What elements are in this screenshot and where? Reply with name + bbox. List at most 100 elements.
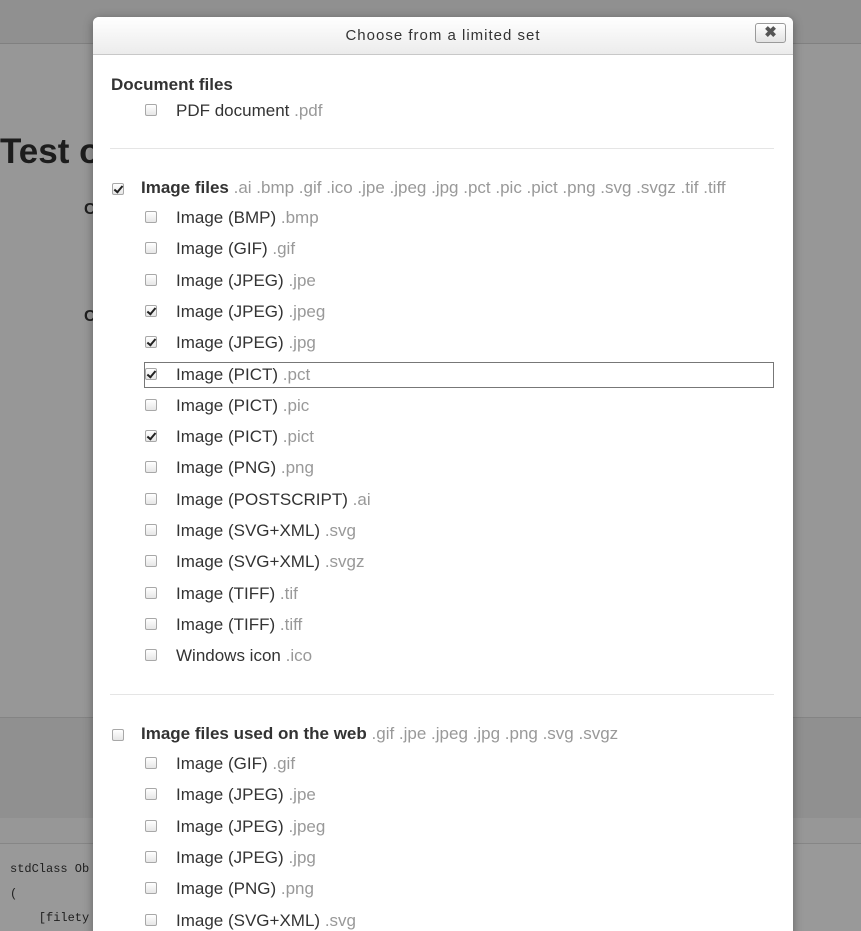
group-title: Image files used on the web	[141, 724, 367, 743]
filetype-name: Image (JPEG)	[176, 333, 284, 353]
filetype-checkbox[interactable]	[145, 913, 157, 926]
filetype-checkbox[interactable]	[145, 430, 157, 443]
filetype-option[interactable]: Image (SVG+XML) .svg	[145, 519, 773, 543]
filetype-option[interactable]: Image (JPEG) .jpeg	[145, 300, 773, 324]
filetype-extension: .jpeg	[288, 816, 326, 836]
filetype-extension: .ai	[352, 489, 371, 509]
filetype-option[interactable]: Image (PNG) .png	[145, 456, 773, 480]
filetype-extension: .ico	[285, 646, 313, 666]
filetype-extension: .png	[280, 458, 314, 478]
filetype-name: Image (JPEG)	[176, 301, 284, 321]
filetype-extension: .jpg	[288, 333, 316, 353]
filetype-checkbox[interactable]	[145, 617, 157, 630]
filetype-name: Image (JPEG)	[176, 847, 284, 867]
filetype-label: Image (POSTSCRIPT) .ai	[176, 490, 371, 510]
filetype-checkbox[interactable]	[145, 850, 157, 863]
filetype-option[interactable]: Image (PNG) .png	[145, 877, 773, 901]
filetype-dialog: Choose from a limited set ✖ Document fil…	[93, 17, 793, 931]
filetype-option[interactable]: Image (JPEG) .jpe	[145, 269, 773, 293]
dialog-header: Choose from a limited set ✖	[93, 17, 793, 55]
filetype-checkbox[interactable]	[145, 367, 157, 380]
filetype-name: Image (PNG)	[176, 879, 277, 899]
filetype-option[interactable]: Image (SVG+XML) .svg	[145, 909, 773, 931]
filetype-checkbox[interactable]	[145, 524, 157, 536]
filetype-label: Image (TIFF) .tiff	[176, 615, 302, 635]
filetype-name: Image (PICT)	[176, 395, 279, 415]
filetype-option[interactable]: Image (SVG+XML) .svgz	[145, 550, 773, 574]
filetype-name: Image (SVG+XML)	[176, 521, 321, 540]
filetype-checkbox[interactable]	[145, 336, 157, 349]
group-extensions: .ai .bmp .gif .ico .jpe .jpeg .jpg .pct …	[233, 178, 726, 197]
filetype-extension: .svg	[324, 521, 356, 540]
filetype-extension: .tiff	[279, 614, 303, 634]
filetype-extension: .svgz	[324, 552, 365, 572]
filetype-label: Image (TIFF) .tif	[176, 584, 298, 604]
filetype-extension: .pict	[282, 427, 314, 447]
close-button[interactable]: ✖	[755, 23, 786, 43]
filetype-label: Image (BMP) .bmp	[176, 208, 319, 228]
filetype-checkbox[interactable]	[145, 788, 157, 801]
filetype-label: Image (JPEG) .jpeg	[176, 817, 325, 837]
filetype-checkbox[interactable]	[145, 586, 157, 599]
filetype-checkbox[interactable]	[145, 882, 157, 895]
filetype-checkbox[interactable]	[145, 492, 157, 505]
filetype-checkbox[interactable]	[145, 104, 157, 116]
filetype-checkbox[interactable]	[145, 273, 157, 286]
filetype-option[interactable]: Image (TIFF) .tiff	[145, 613, 773, 637]
filetype-checkbox[interactable]	[145, 819, 157, 832]
filetype-checkbox[interactable]	[145, 757, 157, 769]
group-divider	[110, 148, 774, 149]
filetype-label: Image (JPEG) .jpg	[176, 333, 316, 353]
filetype-name: Image (JPEG)	[176, 270, 284, 290]
filetype-name: Image (GIF)	[176, 754, 268, 773]
filetype-name: Image (PNG)	[176, 458, 277, 478]
filetype-name: Image (SVG+XML)	[176, 552, 321, 572]
filetype-name: Image (PICT)	[176, 364, 279, 384]
filetype-checkbox[interactable]	[145, 649, 157, 662]
filetype-option[interactable]: Image (JPEG) .jpeg	[145, 815, 773, 839]
filetype-option[interactable]: Image (JPEG) .jpe	[145, 783, 773, 807]
filetype-option[interactable]: Image (JPEG) .jpg	[145, 331, 773, 355]
filetype-checkbox[interactable]	[145, 461, 157, 474]
filetype-label: Image (PNG) .png	[176, 458, 314, 478]
group-divider	[110, 694, 774, 695]
filetype-extension: .jpg	[288, 847, 316, 867]
filetype-label: Image (GIF) .gif	[176, 239, 295, 259]
filetype-label: Image (SVG+XML) .svg	[176, 521, 356, 541]
filetype-extension: .gif	[272, 239, 296, 259]
filetype-checkbox[interactable]	[145, 304, 157, 317]
group-checkbox[interactable]	[112, 729, 124, 741]
filetype-label: Image (PICT) .pict	[176, 427, 314, 447]
filetype-checkbox[interactable]	[145, 555, 157, 568]
filetype-option[interactable]: Image (PICT) .pic	[145, 394, 773, 418]
filetype-extension: .jpe	[288, 270, 316, 290]
filetype-name: Image (BMP)	[176, 208, 277, 227]
group-heading: Image files .ai .bmp .gif .ico .jpe .jpe…	[141, 178, 726, 198]
filetype-checkbox[interactable]	[145, 242, 157, 255]
group-checkbox[interactable]	[112, 183, 124, 195]
filetype-label: Image (JPEG) .jpeg	[176, 302, 325, 322]
filetype-option[interactable]: Image (JPEG) .jpg	[145, 846, 773, 870]
filetype-option[interactable]: Image (TIFF) .tif	[145, 582, 773, 606]
filetype-label: Image (JPEG) .jpe	[176, 271, 316, 291]
filetype-label: Image (JPEG) .jpe	[176, 785, 316, 805]
filetype-name: Image (JPEG)	[176, 816, 284, 836]
filetype-option[interactable]: Image (BMP) .bmp	[145, 206, 773, 230]
group-title: Image files	[141, 178, 229, 197]
filetype-label: Image (PICT) .pic	[176, 396, 309, 416]
filetype-option[interactable]: Windows icon .ico	[145, 644, 773, 668]
filetype-extension: .jpe	[288, 785, 316, 805]
filetype-name: Image (TIFF)	[176, 614, 276, 634]
filetype-option[interactable]: Image (GIF) .gif	[145, 752, 773, 776]
filetype-option[interactable]: Image (PICT) .pict	[145, 425, 773, 449]
filetype-extension: .pdf	[294, 101, 323, 120]
filetype-option[interactable]: PDF document .pdf	[145, 99, 773, 123]
filetype-name: PDF document	[176, 101, 290, 120]
filetype-option[interactable]: Image (GIF) .gif	[145, 237, 773, 261]
filetype-name: Image (SVG+XML)	[176, 910, 321, 930]
filetype-checkbox[interactable]	[145, 398, 157, 411]
filetype-extension: .png	[280, 879, 314, 899]
filetype-option[interactable]: Image (PICT) .pct	[144, 361, 774, 388]
filetype-option[interactable]: Image (POSTSCRIPT) .ai	[145, 488, 773, 512]
filetype-checkbox[interactable]	[145, 211, 157, 223]
